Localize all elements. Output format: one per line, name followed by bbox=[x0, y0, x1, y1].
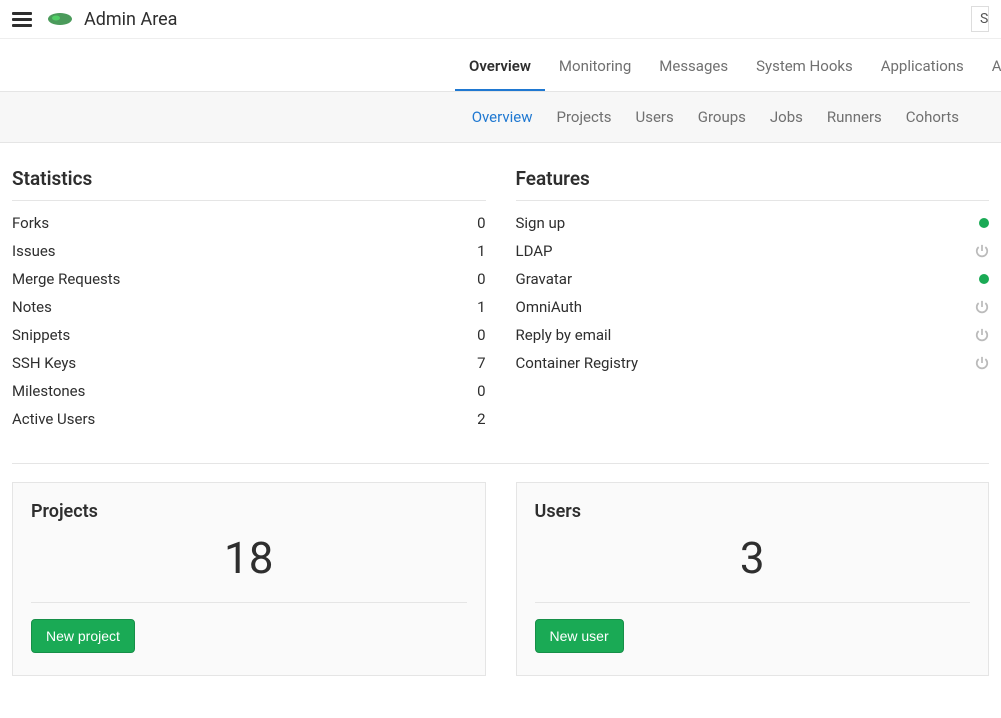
divider bbox=[12, 200, 486, 201]
stat-row: Active Users 2 bbox=[12, 405, 486, 433]
stat-row: Forks 0 bbox=[12, 209, 486, 237]
stat-value: 7 bbox=[477, 354, 485, 372]
statistics-panel: Statistics Forks 0 Issues 1 Merge Requests 0 N… bbox=[12, 167, 486, 433]
feature-row: Sign up bbox=[516, 209, 990, 237]
stat-value: 0 bbox=[477, 382, 485, 400]
stat-row: Merge Requests 0 bbox=[12, 265, 486, 293]
enabled-dot-icon bbox=[979, 218, 989, 228]
subtab-groups[interactable]: Groups bbox=[686, 104, 758, 130]
power-off-icon bbox=[975, 328, 989, 342]
feature-label: LDAP bbox=[516, 242, 553, 260]
subtab-runners[interactable]: Runners bbox=[815, 104, 894, 130]
stat-row: Issues 1 bbox=[12, 237, 486, 265]
subtab-jobs[interactable]: Jobs bbox=[758, 104, 815, 130]
stat-value: 0 bbox=[477, 326, 485, 344]
menu-icon[interactable] bbox=[12, 9, 32, 30]
stat-label: Milestones bbox=[12, 382, 85, 400]
divider bbox=[535, 602, 971, 603]
tab-monitoring[interactable]: Monitoring bbox=[545, 39, 645, 91]
feature-row: Reply by email bbox=[516, 321, 990, 349]
projects-count: 18 bbox=[31, 532, 467, 584]
stat-label: Issues bbox=[12, 242, 56, 260]
users-card: Users 3 New user bbox=[516, 482, 990, 676]
feature-label: Sign up bbox=[516, 214, 566, 232]
feature-label: Container Registry bbox=[516, 354, 639, 372]
power-off-icon bbox=[975, 244, 989, 258]
stat-label: Active Users bbox=[12, 410, 95, 428]
power-off-icon bbox=[975, 300, 989, 314]
stat-row: Milestones 0 bbox=[12, 377, 486, 405]
stat-value: 1 bbox=[477, 242, 485, 260]
divider bbox=[516, 200, 990, 201]
feature-row: Container Registry bbox=[516, 349, 990, 377]
new-user-button[interactable]: New user bbox=[535, 619, 624, 653]
subtab-overview[interactable]: Overview bbox=[460, 104, 545, 130]
stat-label: Forks bbox=[12, 214, 49, 232]
stat-label: Notes bbox=[12, 298, 52, 316]
sub-tabs: OverviewProjectsUsersGroupsJobsRunnersCo… bbox=[0, 92, 1001, 143]
users-heading: Users bbox=[535, 501, 971, 522]
topbar: Admin Area S bbox=[0, 0, 1001, 39]
projects-heading: Projects bbox=[31, 501, 467, 522]
new-project-button[interactable]: New project bbox=[31, 619, 135, 653]
feature-row: OmniAuth bbox=[516, 293, 990, 321]
features-heading: Features bbox=[516, 167, 990, 190]
stat-value: 1 bbox=[477, 298, 485, 316]
feature-row: Gravatar bbox=[516, 265, 990, 293]
stat-value: 2 bbox=[477, 410, 485, 428]
subtab-projects[interactable]: Projects bbox=[545, 104, 624, 130]
tab-messages[interactable]: Messages bbox=[645, 39, 742, 91]
features-panel: Features Sign up LDAP Gravatar OmniAuth Repl… bbox=[516, 167, 990, 433]
power-off-icon bbox=[975, 356, 989, 370]
feature-label: Reply by email bbox=[516, 326, 612, 344]
subtab-users[interactable]: Users bbox=[624, 104, 686, 130]
tab-system-hooks[interactable]: System Hooks bbox=[742, 39, 867, 91]
statistics-heading: Statistics bbox=[12, 167, 486, 190]
stat-value: 0 bbox=[477, 214, 485, 232]
projects-card: Projects 18 New project bbox=[12, 482, 486, 676]
stat-row: Notes 1 bbox=[12, 293, 486, 321]
feature-label: Gravatar bbox=[516, 270, 573, 288]
stat-label: Merge Requests bbox=[12, 270, 120, 288]
tab-abuse-reports[interactable]: Abuse Reports bbox=[978, 39, 1001, 91]
tab-overview[interactable]: Overview bbox=[455, 39, 545, 91]
subtab-cohorts[interactable]: Cohorts bbox=[894, 104, 971, 130]
search-input[interactable]: S bbox=[971, 6, 989, 32]
stat-value: 0 bbox=[477, 270, 485, 288]
stat-row: Snippets 0 bbox=[12, 321, 486, 349]
feature-label: OmniAuth bbox=[516, 298, 583, 316]
enabled-dot-icon bbox=[979, 274, 989, 284]
stat-label: Snippets bbox=[12, 326, 70, 344]
stat-label: SSH Keys bbox=[12, 354, 76, 372]
feature-row: LDAP bbox=[516, 237, 990, 265]
users-count: 3 bbox=[535, 532, 971, 584]
logo[interactable] bbox=[46, 10, 74, 28]
tab-applications[interactable]: Applications bbox=[867, 39, 978, 91]
stat-row: SSH Keys 7 bbox=[12, 349, 486, 377]
divider bbox=[31, 602, 467, 603]
main-tabs: OverviewMonitoringMessagesSystem HooksAp… bbox=[0, 39, 1001, 92]
page-title: Admin Area bbox=[84, 9, 177, 30]
